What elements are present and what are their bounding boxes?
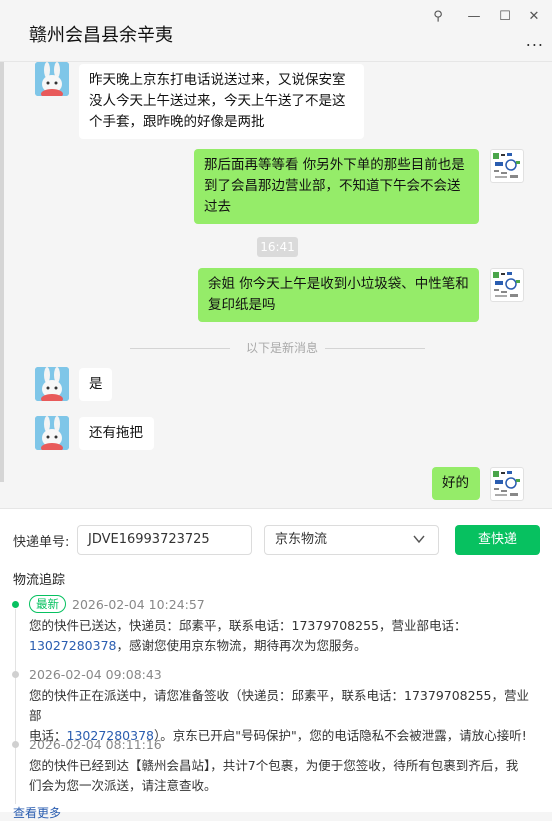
event-timestamp: 2026-02-04 09:08:43	[29, 667, 162, 682]
new-messages-divider: 以下是新消息	[130, 340, 425, 356]
event-text: 您的快件已经到达【赣州会昌站】，共计7个包裹，为便于您签收，待所有包裹到齐后，我	[29, 758, 519, 773]
event-description: 您的快件已经到达【赣州会昌站】，共计7个包裹，为便于您签收，待所有包裹到齐后，我…	[29, 756, 541, 796]
time-stamp-badge: 16:41	[257, 237, 298, 257]
qr-avatar-icon	[493, 153, 520, 178]
title-bar: 赣州会昌县余辛夷 ⚲ — ☐ ✕ ...	[0, 0, 552, 62]
my-avatar[interactable]	[490, 467, 524, 501]
message-bubble-incoming[interactable]: 昨天晚上京东打电话说送过来，又说保安室没人今天上午送过来，今天上午送了不是这个手…	[79, 64, 364, 139]
phone-link[interactable]: 13027280378	[29, 638, 116, 653]
carrier-select[interactable]: 京东物流	[264, 525, 439, 555]
maximize-icon[interactable]: ☐	[495, 6, 515, 26]
new-messages-label: 以下是新消息	[245, 341, 318, 355]
tracking-section-title: 物流追踪	[13, 573, 66, 588]
timeline-dot-active	[12, 601, 19, 608]
event-text: 们会为您一次派送，请注意查收。	[29, 778, 217, 793]
event-text: ）。京东已开启"号码保护"，您的电话隐私不会被泄露，请放心接听!	[154, 728, 527, 743]
chevron-down-icon	[413, 535, 425, 544]
contact-avatar[interactable]	[35, 416, 69, 450]
latest-badge: 最新	[29, 595, 66, 613]
chat-message-area[interactable]: 昨天晚上京东打电话说送过来，又说保安室没人今天上午送过来，今天上午送了不是这个手…	[0, 62, 552, 508]
timeline-dot	[12, 671, 19, 678]
express-tracking-panel: 快递单号: JDVE16993723725 京东物流 查快递 物流追踪 最新 2…	[0, 508, 552, 820]
my-avatar[interactable]	[490, 268, 524, 302]
rabbit-avatar-icon	[35, 367, 69, 401]
divider-line	[130, 348, 230, 349]
chat-title: 赣州会昌县余辛夷	[29, 25, 173, 46]
message-bubble-outgoing[interactable]: 好的	[432, 467, 480, 500]
close-icon[interactable]: ✕	[524, 6, 544, 26]
minimize-icon[interactable]: —	[464, 6, 484, 26]
event-timestamp: 2026-02-04 10:24:57	[72, 597, 205, 612]
contact-avatar[interactable]	[35, 367, 69, 401]
timeline-dot	[12, 741, 19, 748]
event-text: 您的快件正在派送中，请您准备签收（快递员：邱素平，联系电话：1737970825…	[29, 688, 529, 723]
query-express-button[interactable]: 查快递	[455, 525, 540, 555]
tracking-number-label: 快递单号:	[13, 535, 70, 550]
divider-line	[325, 348, 425, 349]
event-timestamp: 2026-02-04 08:11:16	[29, 737, 162, 752]
tracking-number-input[interactable]: JDVE16993723725	[77, 525, 252, 555]
more-options-icon[interactable]: ...	[526, 31, 544, 50]
chat-scrollbar[interactable]	[0, 62, 4, 482]
carrier-select-value: 京东物流	[275, 532, 328, 547]
message-bubble-outgoing[interactable]: 余姐 你今天上午是收到小垃圾袋、中性笔和复印纸是吗	[198, 268, 479, 322]
message-bubble-incoming[interactable]: 还有拖把	[79, 417, 154, 450]
event-description: 您的快件已送达，快递员：邱素平，联系电话：17379708255，营业部电话： 1…	[29, 616, 541, 656]
qr-avatar-icon	[493, 272, 520, 297]
event-text: 您的快件已送达，快递员：邱素平，联系电话：17379708255，营业部电话：	[29, 618, 467, 633]
rabbit-avatar-icon	[35, 62, 69, 96]
rabbit-avatar-icon	[35, 416, 69, 450]
timeline-line	[15, 609, 16, 804]
pin-icon[interactable]: ⚲	[428, 6, 448, 26]
event-text: ，感谢您使用京东物流，期待再次为您服务。	[116, 638, 367, 653]
my-avatar[interactable]	[490, 149, 524, 183]
contact-avatar[interactable]	[35, 62, 69, 96]
qr-avatar-icon	[493, 471, 520, 496]
message-bubble-outgoing[interactable]: 那后面再等等看 你另外下单的那些目前也是到了会昌那边营业部，不知道下午会不会送过…	[194, 149, 479, 224]
view-more-link[interactable]: 查看更多	[13, 804, 61, 821]
message-bubble-incoming[interactable]: 是	[79, 368, 112, 401]
